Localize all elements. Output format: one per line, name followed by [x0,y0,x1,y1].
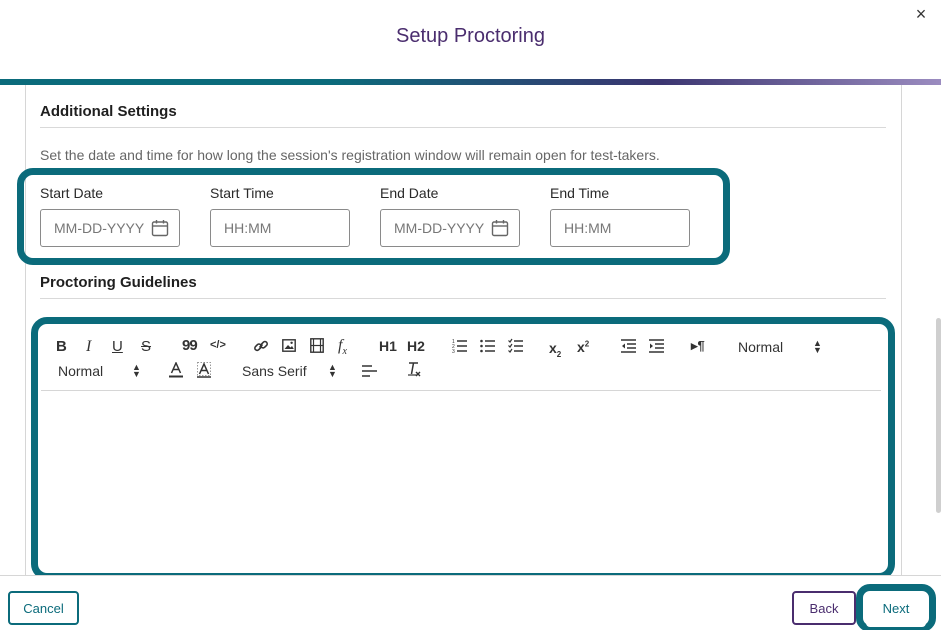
calendar-icon[interactable] [491,219,509,237]
dialog-title: Setup Proctoring [396,25,545,47]
select-arrows-icon: ▲ ▼ [328,362,337,379]
align-icon[interactable] [362,365,377,377]
outdent-icon[interactable] [621,339,636,353]
video-icon[interactable] [310,338,324,353]
end-time-placeholder: HH:MM [564,220,612,236]
blockquote-button[interactable]: 99 [182,337,198,354]
calendar-icon[interactable] [151,219,169,237]
editor-toolbar: B I U S 99 </> fx H1 H2 123 x2 x2 ▸¶ Nor… [41,325,881,391]
select-arrows-icon: ▲ ▼ [132,362,141,379]
end-time-input[interactable]: HH:MM [550,209,690,247]
header-select-value: Normal [738,339,784,355]
registration-help-text: Set the date and time for how long the s… [40,147,660,163]
scrollbar[interactable] [936,318,941,513]
dialog-header: Setup Proctoring × [0,0,941,80]
end-date-input[interactable]: MM-DD-YYYY [380,209,520,247]
back-button[interactable]: Back [792,591,856,625]
start-date-input[interactable]: MM-DD-YYYY [40,209,180,247]
header-select[interactable]: Normal ▲ ▼ [738,338,823,356]
clear-format-icon[interactable] [406,362,422,378]
checklist-icon[interactable] [508,338,523,353]
end-date-label: End Date [380,185,439,201]
underline-button[interactable]: U [112,338,123,355]
image-icon[interactable] [282,339,296,352]
next-button[interactable]: Next [866,593,926,627]
background-color-icon[interactable] [197,362,211,378]
start-time-placeholder: HH:MM [224,220,272,236]
ordered-list-icon[interactable]: 123 [452,338,467,353]
size-select-value: Normal [58,363,104,379]
text-color-icon[interactable] [169,362,183,378]
rich-text-editor[interactable] [42,392,881,570]
link-icon[interactable] [253,338,269,354]
select-arrows-icon: ▲ ▼ [813,338,822,355]
section-divider [40,127,886,128]
section-divider [40,298,886,299]
font-select-value: Sans Serif [242,363,307,379]
bullet-list-icon[interactable] [480,338,495,353]
font-select[interactable]: Sans Serif ▲ ▼ [242,362,337,380]
italic-button[interactable]: I [86,338,91,356]
text-direction-button[interactable]: ▸¶ [691,338,705,354]
subscript-button[interactable]: x2 [549,340,561,359]
size-select[interactable]: Normal ▲ ▼ [58,362,143,380]
start-time-input[interactable]: HH:MM [210,209,350,247]
subscript-x: x [549,340,557,356]
end-date-placeholder: MM-DD-YYYY [394,220,485,236]
additional-settings-heading: Additional Settings [40,103,177,120]
indent-icon[interactable] [649,339,664,353]
start-time-label: Start Time [210,185,274,201]
start-date-label: Start Date [40,185,104,201]
close-icon[interactable]: × [911,4,931,24]
subscript-mark: 2 [556,349,562,359]
start-date-placeholder: MM-DD-YYYY [54,220,145,236]
formula-icon[interactable]: fx [338,337,347,357]
dialog-footer: Cancel Back Next [0,575,941,630]
header-1-button[interactable]: H1 [379,338,397,354]
strike-button[interactable]: S [141,338,151,355]
superscript-x: x [577,339,585,355]
proctoring-guidelines-heading: Proctoring Guidelines [40,274,197,291]
header-2-button[interactable]: H2 [407,338,425,354]
end-time-label: End Time [550,185,610,201]
code-block-button[interactable]: </> [210,339,226,351]
superscript-mark: 2 [584,339,590,349]
bold-button[interactable]: B [56,338,67,355]
superscript-button[interactable]: x2 [577,339,589,355]
cancel-button[interactable]: Cancel [8,591,79,625]
svg-text:3: 3 [452,349,455,353]
